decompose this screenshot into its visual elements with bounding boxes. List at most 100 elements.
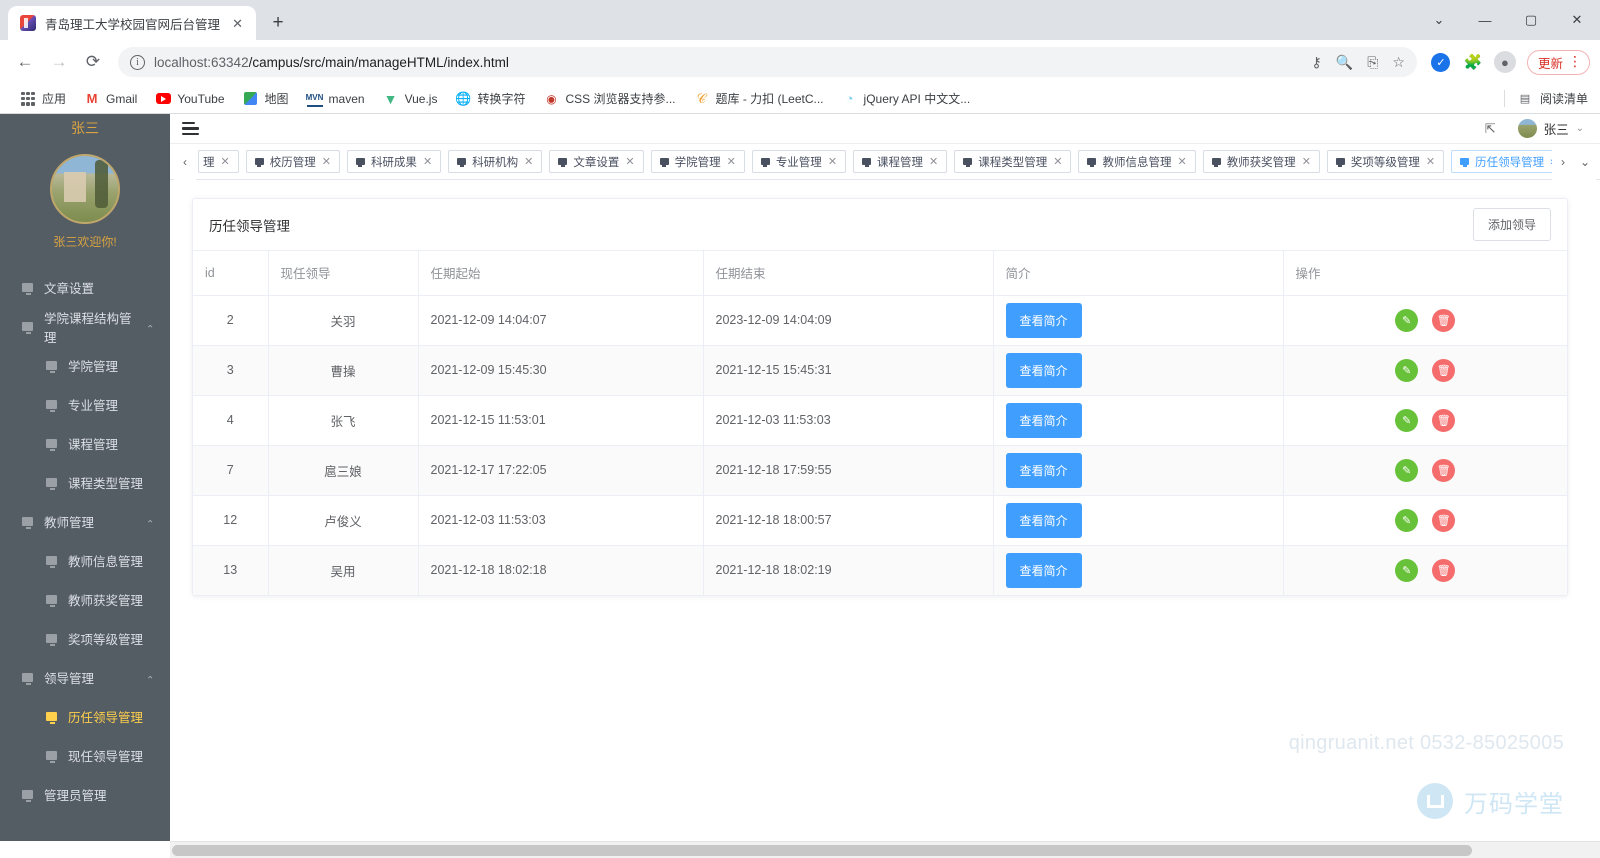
menu-collapse-icon[interactable]: [182, 121, 199, 136]
back-icon[interactable]: ←: [10, 47, 40, 77]
bookmark-leetcode[interactable]: 𝒞 题库 - 力扣 (LeetC...: [686, 87, 832, 110]
extensions-icon[interactable]: 🧩: [1459, 48, 1487, 76]
edit-button[interactable]: ✎: [1395, 308, 1419, 332]
sidebar-item-teacher-award-management[interactable]: 教师获奖管理: [0, 580, 170, 619]
browser-tab[interactable]: 青岛理工大学校园官网后台管理 ✕: [8, 6, 257, 40]
delete-button[interactable]: 🗑: [1432, 508, 1456, 532]
tag-view[interactable]: 课程管理 ✕: [853, 150, 948, 173]
bookmark-youtube[interactable]: YouTube: [147, 88, 232, 110]
edit-button[interactable]: ✎: [1395, 508, 1419, 532]
sidebar-item-admin-management[interactable]: 管理员管理: [0, 775, 170, 814]
site-info-icon[interactable]: i: [130, 54, 145, 70]
tag-view[interactable]: 理 ✕: [198, 150, 239, 173]
bookmark-caniuse[interactable]: ◉ CSS 浏览器支持参...: [535, 87, 683, 110]
reading-list-button[interactable]: ▤ 阅读清单: [1503, 90, 1588, 107]
profile-icon[interactable]: ●: [1491, 48, 1519, 76]
tag-view[interactable]: 专业管理 ✕: [751, 150, 847, 173]
close-icon[interactable]: ✕: [625, 155, 634, 168]
share-icon[interactable]: ⎘: [1367, 54, 1378, 71]
tag-options-dropdown[interactable]: ⌄: [1574, 143, 1596, 180]
sidebar-item-current-leader-management[interactable]: 现任领导管理: [0, 736, 170, 775]
close-icon[interactable]: ✕: [524, 155, 533, 168]
tag-view[interactable]: 科研成果 ✕: [346, 150, 442, 173]
view-intro-button[interactable]: 查看简介: [1005, 452, 1082, 488]
sidebar-item-major-management[interactable]: 专业管理: [0, 385, 170, 424]
delete-button[interactable]: 🗑: [1432, 458, 1456, 482]
edit-button[interactable]: ✎: [1395, 558, 1419, 582]
sidebar-item-leader-management[interactable]: 领导管理 ⌄: [0, 658, 170, 697]
bookmark-charconvert[interactable]: 🌐 转换字符: [447, 87, 533, 110]
tag-view[interactable]: 教师信息管理 ✕: [1078, 150, 1196, 173]
sidebar-item-college-course-structure[interactable]: 学院课程结构管理 ⌄: [0, 307, 170, 346]
edit-button[interactable]: ✎: [1395, 408, 1419, 432]
tag-view[interactable]: 学院管理 ✕: [650, 150, 745, 173]
close-icon[interactable]: ✕: [828, 155, 837, 168]
chevron-up-icon[interactable]: ⌄: [146, 322, 154, 333]
bookmark-jquery[interactable]: ◔ jQuery API 中文文...: [834, 87, 979, 110]
reload-icon[interactable]: ⟳: [78, 47, 108, 77]
sidebar-item-college-management[interactable]: 学院管理: [0, 346, 170, 385]
tag-view[interactable]: 校历管理 ✕: [245, 150, 340, 173]
pin-icon[interactable]: ⇱: [1485, 121, 1496, 137]
sidebar-item-course-management[interactable]: 课程管理: [0, 424, 170, 463]
sidebar-item-article-settings[interactable]: 文章设置: [0, 268, 170, 307]
user-menu[interactable]: 张三 ⌄: [1517, 119, 1584, 138]
sidebar-item-award-level-management[interactable]: 奖项等级管理: [0, 619, 170, 658]
chevron-up-icon[interactable]: ⌄: [146, 517, 154, 528]
horizontal-scrollbar[interactable]: [170, 841, 1600, 858]
browser-menu-icon[interactable]: ⋮: [1568, 54, 1582, 68]
close-icon[interactable]: ✕: [929, 155, 938, 168]
view-intro-button[interactable]: 查看简介: [1005, 352, 1082, 388]
close-icon[interactable]: ✕: [322, 155, 331, 168]
bookmark-apps[interactable]: 应用: [12, 87, 74, 110]
delete-button[interactable]: 🗑: [1432, 408, 1456, 432]
minimize-icon[interactable]: —: [1462, 0, 1508, 40]
add-leader-button[interactable]: 添加领导: [1472, 208, 1551, 241]
forward-icon[interactable]: →: [44, 47, 74, 77]
bookmark-maps[interactable]: 地图: [235, 87, 297, 110]
bookmark-vuejs[interactable]: ▼ Vue.js: [375, 88, 446, 110]
close-icon[interactable]: ✕: [229, 15, 246, 32]
sync-check-icon[interactable]: ✓: [1427, 48, 1455, 76]
close-icon[interactable]: ✕: [727, 155, 736, 168]
tag-view[interactable]: 教师获奖管理 ✕: [1202, 150, 1320, 173]
close-icon[interactable]: ✕: [1302, 155, 1311, 168]
key-icon[interactable]: ⚷: [1312, 54, 1322, 71]
tag-scroll-left-button[interactable]: ‹: [174, 143, 196, 180]
view-intro-button[interactable]: 查看简介: [1005, 552, 1082, 588]
close-icon[interactable]: ✕: [1177, 155, 1186, 168]
chevron-up-icon[interactable]: ⌄: [146, 673, 154, 684]
chevron-down-icon[interactable]: ⌄: [1576, 123, 1584, 134]
chevron-down-icon[interactable]: ⌄: [1416, 0, 1462, 40]
maximize-icon[interactable]: ▢: [1508, 0, 1554, 40]
view-intro-button[interactable]: 查看简介: [1005, 402, 1082, 438]
sidebar-item-former-leader-management[interactable]: 历任领导管理: [0, 697, 170, 736]
tag-view[interactable]: 文章设置 ✕: [549, 150, 644, 173]
tag-scroll-right-button[interactable]: ›: [1552, 143, 1574, 180]
edit-button[interactable]: ✎: [1395, 358, 1419, 382]
edit-button[interactable]: ✎: [1395, 458, 1419, 482]
tag-view-active[interactable]: 历任领导管理 ›: [1451, 150, 1552, 173]
delete-button[interactable]: 🗑: [1432, 308, 1456, 332]
tag-view[interactable]: 奖项等级管理 ✕: [1326, 150, 1445, 173]
new-tab-button[interactable]: +: [264, 9, 292, 37]
window-close-icon[interactable]: ✕: [1554, 0, 1600, 40]
tag-view[interactable]: 课程类型管理 ✕: [954, 150, 1072, 173]
scrollbar-thumb[interactable]: [172, 845, 1472, 856]
tag-view[interactable]: 科研机构 ✕: [448, 150, 543, 173]
bookmark-maven[interactable]: MVN maven: [299, 88, 373, 110]
close-icon[interactable]: ✕: [1053, 155, 1062, 168]
view-intro-button[interactable]: 查看简介: [1005, 302, 1082, 338]
close-icon[interactable]: ✕: [423, 155, 432, 168]
close-icon[interactable]: ✕: [1426, 155, 1435, 168]
search-icon[interactable]: 🔍: [1336, 54, 1353, 71]
bookmark-gmail[interactable]: M Gmail: [76, 88, 145, 110]
close-icon[interactable]: ✕: [221, 155, 230, 168]
sidebar-item-course-type-management[interactable]: 课程类型管理: [0, 463, 170, 502]
address-bar[interactable]: i localhost:63342/campus/src/main/manage…: [118, 47, 1417, 77]
update-button[interactable]: 更新 ⋮: [1526, 49, 1590, 75]
view-intro-button[interactable]: 查看简介: [1005, 502, 1082, 538]
sidebar-item-teacher-info-management[interactable]: 教师信息管理: [0, 541, 170, 580]
star-icon[interactable]: ☆: [1392, 54, 1405, 71]
delete-button[interactable]: 🗑: [1432, 558, 1456, 582]
